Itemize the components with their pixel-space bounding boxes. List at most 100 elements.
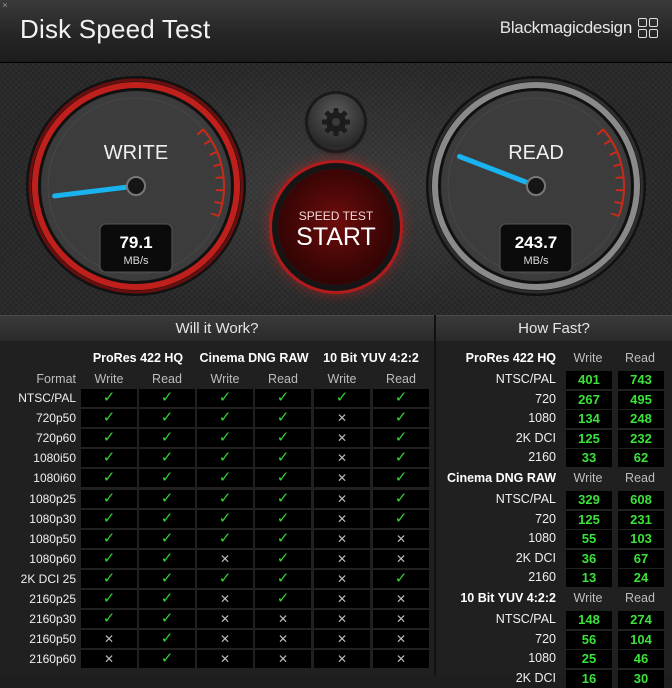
- read-speed-value: 274: [618, 611, 664, 629]
- check-icon: ✓: [81, 590, 137, 608]
- check-icon: ✓: [81, 510, 137, 528]
- speed-row-label: NTSC/PAL: [436, 372, 556, 386]
- check-icon: ✓: [139, 630, 195, 648]
- read-speed-value: 103: [618, 530, 664, 548]
- read-column-label: Read: [139, 372, 195, 386]
- cross-icon: ✕: [255, 650, 311, 668]
- write-speed-value: 33: [566, 449, 612, 467]
- check-icon: ✓: [139, 510, 195, 528]
- read-column-label: Read: [616, 471, 664, 485]
- gauge-panel: WRITE79.1MB/s READ243.7MB/s SPEED TEST S…: [0, 63, 672, 315]
- read-speed-value: 62: [618, 449, 664, 467]
- check-icon: ✓: [255, 570, 311, 588]
- check-icon: ✓: [139, 449, 195, 467]
- check-icon: ✓: [373, 429, 429, 447]
- check-icon: ✓: [255, 409, 311, 427]
- brand-name: Blackmagicdesign: [500, 18, 632, 38]
- check-icon: ✓: [139, 550, 195, 568]
- write-speed-value: 329: [566, 491, 612, 509]
- speed-row-label: 2K DCI: [436, 431, 556, 445]
- check-icon: ✓: [255, 490, 311, 508]
- write-speed-value: 125: [566, 511, 612, 529]
- check-icon: ✓: [373, 449, 429, 467]
- write-speed-value: 55: [566, 530, 612, 548]
- check-icon: ✓: [197, 490, 253, 508]
- settings-button[interactable]: [308, 94, 364, 150]
- speed-group-name: Cinema DNG RAW: [436, 471, 556, 485]
- write-speed-value: 25: [566, 650, 612, 668]
- write-speed-value: 36: [566, 550, 612, 568]
- start-button[interactable]: SPEED TEST START: [278, 169, 394, 285]
- check-icon: ✓: [197, 429, 253, 447]
- how-fast-table: ProRes 422 HQWriteReadNTSC/PAL4017437202…: [436, 341, 672, 675]
- cross-icon: ✕: [314, 550, 370, 568]
- check-icon: ✓: [139, 409, 195, 427]
- format-column-label: Format: [0, 372, 76, 386]
- write-speed-value: 56: [566, 631, 612, 649]
- speed-row-label: 2160: [436, 570, 556, 584]
- how-fast-header: How Fast?: [436, 315, 672, 342]
- read-column-label: Read: [616, 351, 664, 365]
- format-row-label: 1080i50: [0, 451, 76, 465]
- read-gauge: READ243.7MB/s: [423, 73, 649, 299]
- cross-icon: ✕: [197, 610, 253, 628]
- check-icon: ✓: [197, 570, 253, 588]
- cross-icon: ✕: [81, 650, 137, 668]
- speed-row-label: 2K DCI: [436, 671, 556, 685]
- read-speed-value: 231: [618, 511, 664, 529]
- check-icon: ✓: [255, 510, 311, 528]
- check-icon: ✓: [255, 389, 311, 407]
- read-speed-value: 104: [618, 631, 664, 649]
- check-icon: ✓: [139, 650, 195, 668]
- check-icon: ✓: [81, 570, 137, 588]
- speed-row-label: 2K DCI: [436, 551, 556, 565]
- check-icon: ✓: [81, 449, 137, 467]
- cross-icon: ✕: [197, 650, 253, 668]
- will-it-work-table: ProRes 422 HQCinema DNG RAW10 Bit YUV 4:…: [0, 341, 434, 675]
- gauge-label: READ: [508, 142, 564, 164]
- gauge-redline-tick: [216, 177, 224, 178]
- speed-row-label: NTSC/PAL: [436, 612, 556, 626]
- format-row-label: 2160p25: [0, 592, 76, 606]
- cross-icon: ✕: [314, 570, 370, 588]
- check-icon: ✓: [139, 429, 195, 447]
- check-icon: ✓: [81, 530, 137, 548]
- check-icon: ✓: [255, 550, 311, 568]
- check-icon: ✓: [81, 550, 137, 568]
- check-icon: ✓: [197, 530, 253, 548]
- write-speed-value: 13: [566, 569, 612, 587]
- gauge-unit: MB/s: [123, 255, 149, 267]
- speed-row-label: 1080: [436, 411, 556, 425]
- cross-icon: ✕: [373, 530, 429, 548]
- cross-icon: ✕: [81, 630, 137, 648]
- category-header: Cinema DNG RAW: [197, 351, 311, 365]
- check-icon: ✓: [197, 409, 253, 427]
- title-bar: × Disk Speed Test Blackmagicdesign: [0, 0, 672, 63]
- check-icon: ✓: [81, 610, 137, 628]
- cross-icon: ✕: [314, 490, 370, 508]
- read-column-label: Read: [616, 591, 664, 605]
- format-row-label: 720p50: [0, 411, 76, 425]
- speed-row-label: NTSC/PAL: [436, 492, 556, 506]
- check-icon: ✓: [373, 469, 429, 487]
- check-icon: ✓: [139, 530, 195, 548]
- check-icon: ✓: [81, 429, 137, 447]
- check-icon: ✓: [81, 389, 137, 407]
- format-row-label: NTSC/PAL: [0, 391, 76, 405]
- cross-icon: ✕: [197, 590, 253, 608]
- check-icon: ✓: [139, 389, 195, 407]
- cross-icon: ✕: [314, 510, 370, 528]
- format-row-label: 1080p25: [0, 492, 76, 506]
- write-speed-value: 267: [566, 391, 612, 409]
- check-icon: ✓: [373, 389, 429, 407]
- read-column-label: Read: [373, 372, 429, 386]
- check-icon: ✓: [81, 409, 137, 427]
- cross-icon: ✕: [314, 610, 370, 628]
- format-row-label: 1080i60: [0, 471, 76, 485]
- check-icon: ✓: [139, 570, 195, 588]
- close-icon[interactable]: ×: [0, 0, 10, 10]
- cross-icon: ✕: [373, 650, 429, 668]
- check-icon: ✓: [373, 409, 429, 427]
- write-speed-value: 401: [566, 371, 612, 389]
- check-icon: ✓: [81, 469, 137, 487]
